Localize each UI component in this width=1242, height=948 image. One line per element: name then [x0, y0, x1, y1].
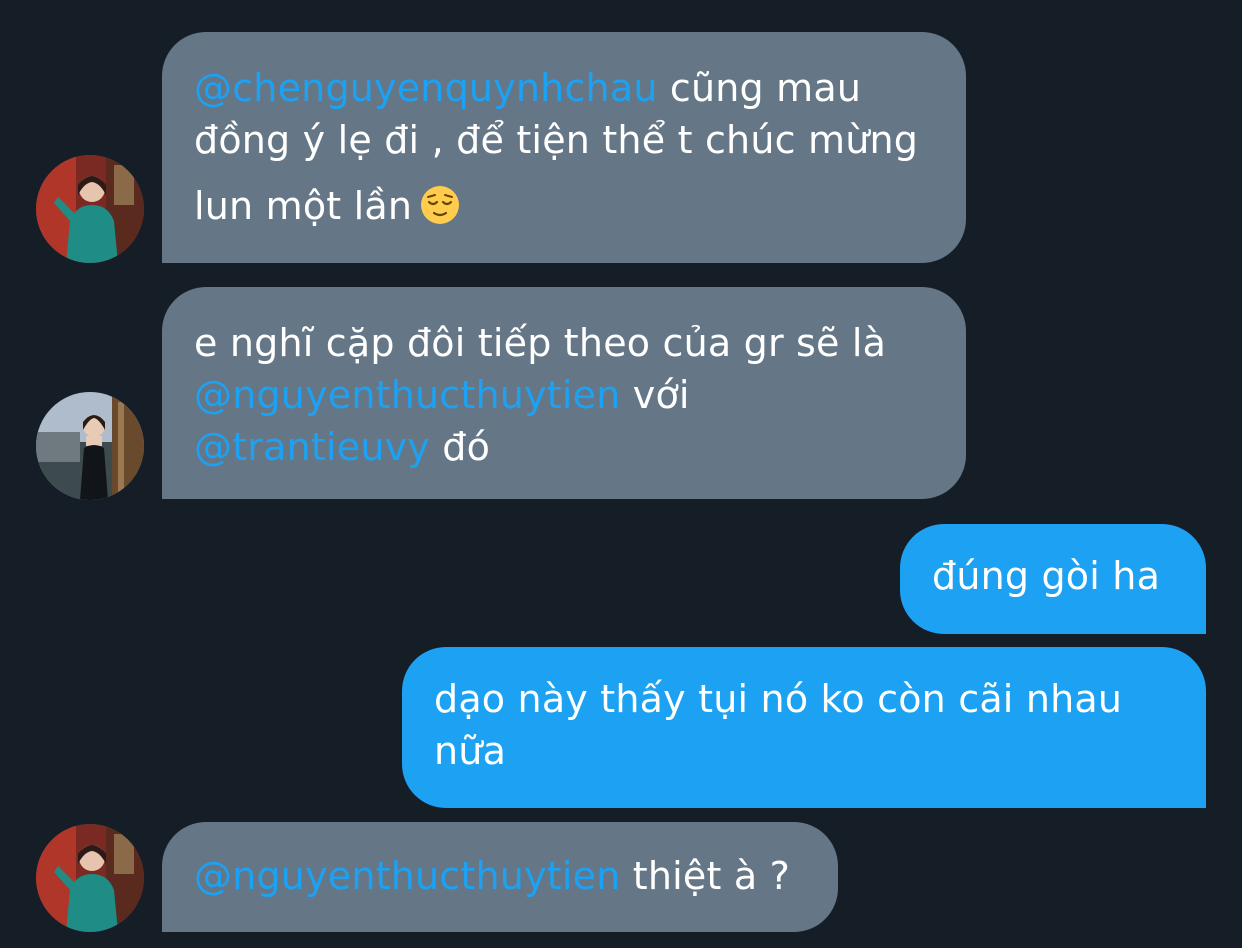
user-mention-link[interactable]: @nguyenthucthuytien: [194, 854, 620, 898]
message-line: @nguyenthucthuytien thiệt à ?: [194, 850, 806, 902]
message-text: đồng ý lẹ đi , để tiện thể t chúc mừng: [194, 118, 919, 162]
message-line: lun một lần: [194, 180, 934, 232]
message-line: e nghĩ cặp đôi tiếp theo của gr sẽ là: [194, 317, 934, 369]
avatar-woman-green-dress-icon: [36, 824, 144, 932]
message-bubble-outgoing[interactable]: đúng gòi ha: [900, 524, 1206, 634]
user-mention-link[interactable]: @chenguyenquynhchau: [194, 66, 658, 110]
message-bubble-incoming[interactable]: e nghĩ cặp đôi tiếp theo của gr sẽ là @n…: [162, 287, 966, 499]
message-bubble-outgoing[interactable]: dạo này thấy tụi nó ko còn cãi nhau nữa: [402, 647, 1206, 808]
message-text: cũng mau: [657, 66, 862, 110]
sender-avatar[interactable]: [36, 824, 144, 932]
message-bubble-incoming[interactable]: @nguyenthucthuytien thiệt à ?: [162, 822, 838, 932]
message-line: dạo này thấy tụi nó ko còn cãi nhau: [434, 673, 1174, 725]
sender-avatar[interactable]: [36, 155, 144, 263]
message-text: đó: [430, 425, 491, 469]
message-text: dạo này thấy tụi nó ko còn cãi nhau: [434, 677, 1123, 721]
message-text: lun một lần: [194, 184, 413, 228]
message-bubble-incoming[interactable]: @chenguyenquynhchau cũng mau đồng ý lẹ đ…: [162, 32, 966, 263]
message-text: e nghĩ cặp đôi tiếp theo của gr sẽ là: [194, 321, 887, 365]
user-mention-link[interactable]: @nguyenthucthuytien: [194, 373, 620, 417]
message-line: nữa: [434, 725, 1174, 777]
message-text: thiệt à ?: [620, 854, 790, 898]
message-line: đồng ý lẹ đi , để tiện thể t chúc mừng: [194, 114, 934, 166]
message-line: đúng gòi ha: [932, 550, 1174, 602]
dm-conversation: @chenguyenquynhchau cũng mau đồng ý lẹ đ…: [0, 0, 1242, 948]
avatar-woman-black-dress-icon: [36, 392, 144, 500]
message-line: @trantieuvy đó: [194, 421, 934, 473]
message-text: đúng gòi ha: [932, 554, 1161, 598]
user-mention-link[interactable]: @trantieuvy: [194, 425, 430, 469]
message-text: nữa: [434, 729, 507, 773]
avatar-woman-green-dress-icon: [36, 155, 144, 263]
message-line: @nguyenthucthuytien với: [194, 369, 934, 421]
message-line: @chenguyenquynhchau cũng mau: [194, 62, 934, 114]
sender-avatar[interactable]: [36, 392, 144, 500]
relieved-face-emoji-icon: [421, 186, 460, 224]
message-text: với: [620, 373, 690, 417]
